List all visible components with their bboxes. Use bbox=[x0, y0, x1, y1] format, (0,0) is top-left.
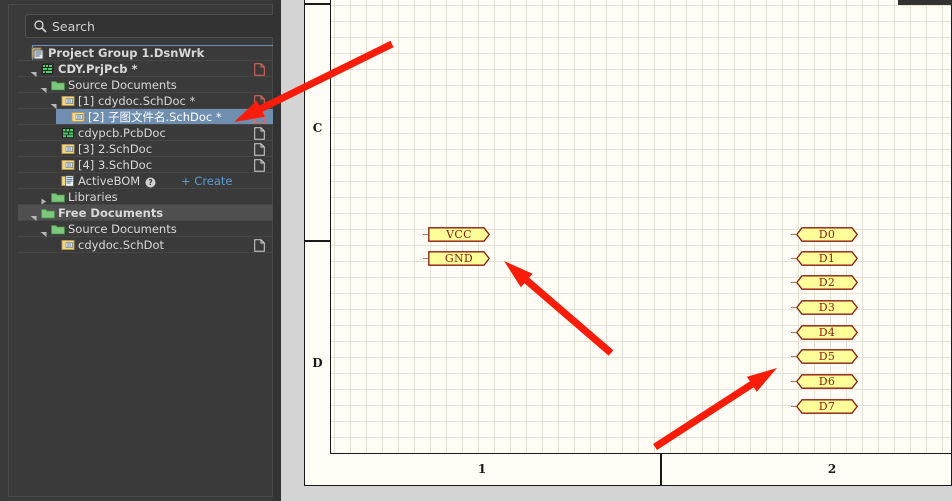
pcb-project-icon bbox=[41, 62, 55, 76]
panel-right-edge bbox=[273, 0, 281, 501]
sch-doc-icon bbox=[61, 142, 75, 156]
tree-row-3[interactable]: [1] cdydoc.SchDoc * bbox=[18, 93, 281, 109]
schematic-port-d6[interactable]: D6 bbox=[791, 374, 858, 389]
zone-row-divider-top bbox=[304, 3, 331, 5]
tree-row-label: [1] cdydoc.SchDoc * bbox=[78, 94, 196, 108]
schematic-port-d4[interactable]: D4 bbox=[791, 325, 858, 340]
row-status-none[interactable] bbox=[254, 175, 265, 188]
zone-row-label-0: C bbox=[312, 121, 323, 135]
tree-row-label: Project Group 1.DsnWrk bbox=[48, 46, 205, 60]
search-icon bbox=[32, 18, 48, 34]
schematic-port-d5[interactable]: D5 bbox=[791, 349, 858, 364]
doc-modified-icon[interactable] bbox=[254, 95, 265, 108]
tree-row-4[interactable]: [2] 子图文件名.SchDoc * bbox=[18, 109, 281, 125]
tree-row-7[interactable]: [4] 3.SchDoc bbox=[18, 157, 281, 173]
schematic-port-d3[interactable]: D3 bbox=[791, 300, 858, 315]
project-group-icon bbox=[31, 46, 45, 60]
svg-text:?: ? bbox=[148, 178, 152, 187]
sch-doc-icon bbox=[61, 158, 75, 172]
row-status-none[interactable] bbox=[254, 79, 265, 92]
tree-row-label: Free Documents bbox=[58, 206, 164, 220]
doc-modified-icon[interactable] bbox=[254, 63, 265, 76]
tree-row-label: [2] 子图文件名.SchDoc * bbox=[88, 110, 222, 124]
zone-row-label-1: D bbox=[312, 356, 323, 370]
tree-row-12[interactable]: cdydoc.SchDot bbox=[18, 237, 281, 253]
port-pin bbox=[423, 233, 428, 236]
top-right-panel-edge bbox=[898, 0, 952, 5]
tree-row-label: [4] 3.SchDoc bbox=[78, 158, 153, 172]
project-tree[interactable]: Project Group 1.DsnWrk CDY.PrjPcb * Source… bbox=[18, 45, 281, 253]
doc-icon[interactable] bbox=[254, 143, 265, 156]
schematic-port-d0[interactable]: D0 bbox=[791, 227, 858, 242]
row-status-none[interactable] bbox=[254, 47, 265, 60]
projects-panel-body: Project Group 1.DsnWrk CDY.PrjPcb * Source… bbox=[8, 4, 281, 497]
port-pin bbox=[791, 405, 796, 408]
schematic-port-d7[interactable]: D7 bbox=[791, 399, 858, 414]
port-pin bbox=[791, 233, 796, 236]
tree-row-label: cdypcb.PcbDoc bbox=[78, 126, 166, 140]
port-pin bbox=[791, 355, 796, 358]
tree-row-11[interactable]: Source Documents bbox=[18, 221, 281, 237]
doc-icon[interactable] bbox=[254, 159, 265, 172]
port-pin bbox=[791, 306, 796, 309]
doc-icon[interactable] bbox=[254, 239, 265, 252]
zone-col-label-1: 2 bbox=[827, 462, 837, 476]
folder-icon bbox=[51, 78, 65, 92]
schematic-grid bbox=[331, 0, 951, 453]
zone-col-label-0: 1 bbox=[477, 462, 487, 476]
create-bom-link[interactable]: + Create bbox=[181, 173, 233, 189]
schematic-port-d2[interactable]: D2 bbox=[791, 275, 858, 290]
doc-icon[interactable] bbox=[254, 127, 265, 140]
tree-row-label: Source Documents bbox=[68, 78, 177, 92]
pcb-doc-icon bbox=[61, 126, 75, 140]
sch-doc-icon bbox=[61, 94, 75, 108]
help-icon[interactable]: ? bbox=[145, 176, 156, 188]
port-pin bbox=[423, 257, 428, 260]
tree-row-9[interactable]: Libraries bbox=[18, 189, 281, 205]
row-status-none[interactable] bbox=[254, 223, 265, 236]
schematic-port-vcc[interactable]: VCC bbox=[423, 227, 490, 242]
schematic-canvas[interactable]: CD12 VCC GND D0 D1 D2 D3 D4 D5 D6 D7 bbox=[281, 0, 952, 501]
tree-row-6[interactable]: [3] 2.SchDoc bbox=[18, 141, 281, 157]
zone-row-divider-mid bbox=[304, 240, 331, 242]
search-input[interactable] bbox=[48, 16, 274, 36]
port-pin bbox=[791, 380, 796, 383]
doc-modified-icon[interactable] bbox=[254, 111, 265, 124]
sheet-drawing-area[interactable] bbox=[330, 0, 952, 454]
folder-icon bbox=[41, 206, 55, 220]
tree-row-label: ActiveBOM bbox=[78, 174, 141, 188]
tree-row-label: Libraries bbox=[68, 190, 118, 204]
tree-row-label: [3] 2.SchDoc bbox=[78, 142, 153, 156]
row-status-none[interactable] bbox=[254, 191, 265, 204]
tree-row-0[interactable]: Project Group 1.DsnWrk bbox=[18, 45, 281, 61]
tree-row-label: cdydoc.SchDot bbox=[78, 238, 165, 252]
tree-row-1[interactable]: CDY.PrjPcb * bbox=[18, 61, 281, 77]
zone-col-divider bbox=[660, 454, 662, 485]
schematic-port-d1[interactable]: D1 bbox=[791, 251, 858, 266]
port-pin bbox=[791, 281, 796, 284]
tree-row-8[interactable]: ActiveBOM? + Create bbox=[18, 173, 281, 189]
projects-panel: Project Group 1.DsnWrk CDY.PrjPcb * Source… bbox=[0, 0, 281, 501]
folder-icon bbox=[51, 190, 65, 204]
search-box[interactable] bbox=[25, 14, 275, 38]
port-pin bbox=[791, 257, 796, 260]
tree-row-label: Source Documents bbox=[68, 222, 177, 236]
sch-doc-icon bbox=[71, 110, 85, 124]
tree-row-10[interactable]: Free Documents bbox=[18, 205, 281, 221]
tree-row-5[interactable]: cdypcb.PcbDoc bbox=[18, 125, 281, 141]
schematic-port-gnd[interactable]: GND bbox=[423, 251, 490, 266]
tree-row-2[interactable]: Source Documents bbox=[18, 77, 281, 93]
sch-doc-icon bbox=[61, 238, 75, 252]
tree-row-label: CDY.PrjPcb * bbox=[58, 62, 138, 76]
folder-icon bbox=[51, 222, 65, 236]
bom-icon bbox=[61, 174, 75, 188]
row-status-none[interactable] bbox=[254, 207, 265, 220]
port-pin bbox=[791, 331, 796, 334]
